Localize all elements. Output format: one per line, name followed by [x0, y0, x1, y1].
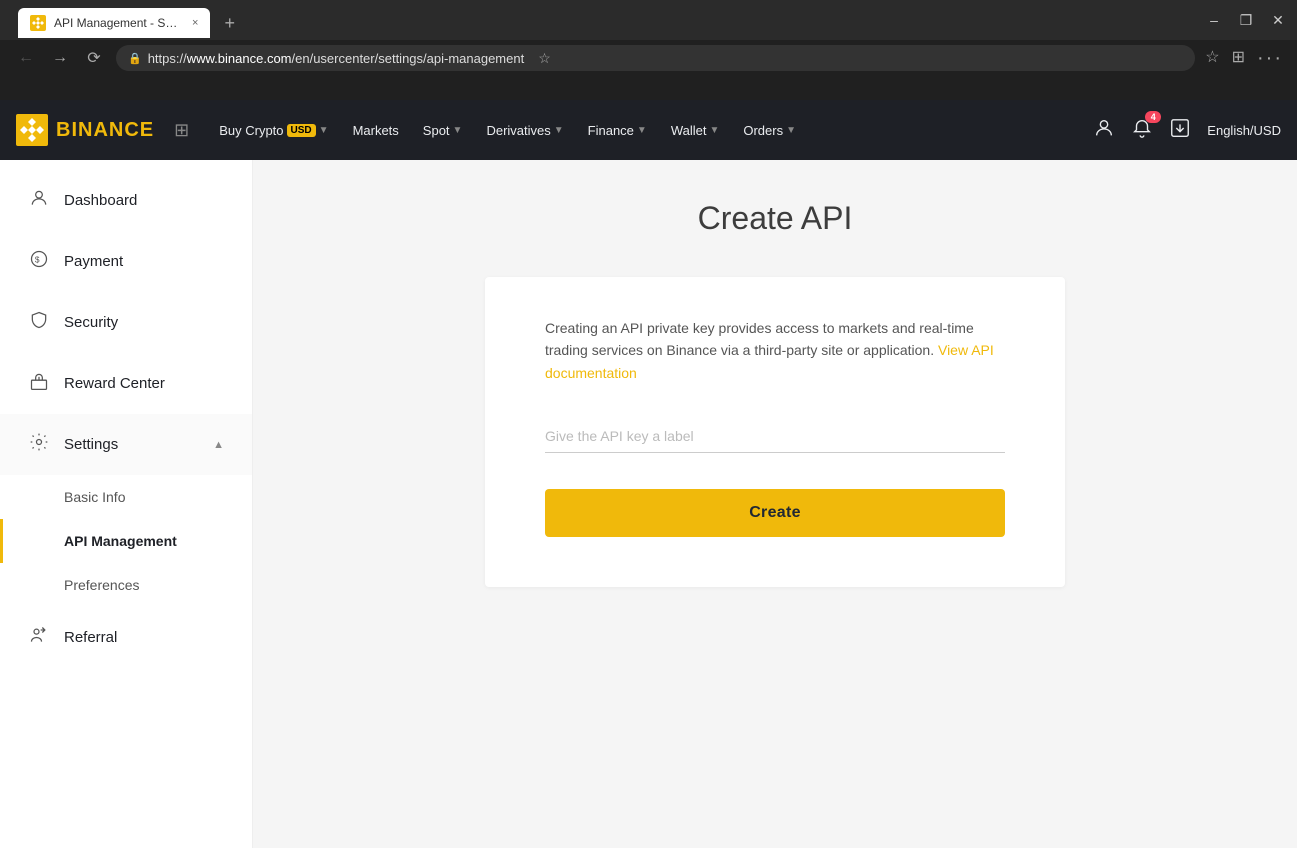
wallet-chevron-icon: ▼: [709, 125, 719, 136]
language-selector[interactable]: English/USD: [1207, 123, 1281, 138]
sidebar-item-security[interactable]: Security: [0, 292, 252, 353]
tab-label: API Management - Settings - Bin: [54, 16, 184, 30]
nav-derivatives-label: Derivatives: [486, 123, 550, 138]
url-path: /en/usercenter/settings/api-management: [292, 51, 525, 66]
derivatives-chevron-icon: ▼: [554, 125, 564, 136]
binance-logo[interactable]: BINANCE: [16, 114, 154, 146]
sidebar-security-label: Security: [64, 314, 118, 331]
url-domain: www.binance.com: [187, 51, 292, 66]
title-bar: API Management - Settings - Bin × + – ❐ …: [0, 0, 1297, 40]
nav-wallet[interactable]: Wallet ▼: [661, 100, 730, 160]
forward-button[interactable]: →: [48, 49, 72, 67]
main-layout: Dashboard $ Payment Security: [0, 160, 1297, 848]
url-bar[interactable]: 🔒 https://www.binance.com/en/usercenter/…: [116, 45, 1195, 71]
nav-orders-label: Orders: [743, 123, 783, 138]
notification-icon[interactable]: 4: [1131, 117, 1153, 144]
browser-actions: ☆ ⊞ ···: [1205, 47, 1283, 70]
binance-navbar: BINANCE ⊞ Buy Crypto USD ▼ Markets Spot …: [0, 100, 1297, 160]
security-icon: [28, 310, 50, 335]
nav-markets-label: Markets: [353, 123, 399, 138]
browser-chrome: API Management - Settings - Bin × + – ❐ …: [0, 0, 1297, 100]
nav-wallet-label: Wallet: [671, 123, 707, 138]
back-button[interactable]: ←: [14, 49, 38, 67]
refresh-button[interactable]: ⟳: [82, 48, 106, 68]
sidebar-item-settings[interactable]: Settings ▲: [0, 414, 252, 475]
referral-icon: [28, 625, 50, 650]
reward-icon: [28, 371, 50, 396]
page-title: Create API: [698, 200, 853, 237]
nav-usd-badge: USD: [287, 124, 316, 137]
payment-icon: $: [28, 249, 50, 274]
new-tab-button[interactable]: +: [216, 8, 243, 38]
binance-logo-icon: [16, 114, 48, 146]
url-text: https://www.binance.com/en/usercenter/se…: [148, 51, 525, 66]
sidebar-sub-api-management[interactable]: API Management: [0, 519, 252, 563]
tab-favicon: [30, 15, 46, 31]
nav-right-actions: 4 English/USD: [1093, 117, 1281, 144]
dashboard-icon: [28, 188, 50, 213]
sidebar-item-referral[interactable]: Referral: [0, 607, 252, 668]
bookmark-star-icon[interactable]: ☆: [538, 50, 551, 67]
sidebar-settings-label: Settings: [64, 436, 118, 453]
api-label-input[interactable]: [545, 420, 1005, 453]
sidebar: Dashboard $ Payment Security: [0, 160, 253, 848]
minimize-button[interactable]: –: [1205, 12, 1223, 29]
nav-finance-label: Finance: [588, 123, 634, 138]
window-controls: – ❐ ✕: [1205, 12, 1287, 29]
settings-icon: [28, 432, 50, 457]
notification-badge: 4: [1145, 111, 1161, 123]
finance-chevron-icon: ▼: [637, 125, 647, 136]
sidebar-payment-label: Payment: [64, 253, 123, 270]
collections-icon[interactable]: ☆: [1205, 47, 1219, 70]
nav-buy-crypto[interactable]: Buy Crypto USD ▼: [209, 100, 338, 160]
create-button[interactable]: Create: [545, 489, 1005, 537]
nav-derivatives[interactable]: Derivatives ▼: [476, 100, 573, 160]
download-icon[interactable]: [1169, 117, 1191, 144]
binance-logo-text: BINANCE: [56, 119, 154, 142]
grid-menu-icon[interactable]: ⊞: [174, 120, 189, 141]
sidebar-sub-basic-info[interactable]: Basic Info: [0, 475, 252, 519]
nav-orders[interactable]: Orders ▼: [733, 100, 806, 160]
close-button[interactable]: ✕: [1269, 12, 1287, 29]
address-bar: ← → ⟳ 🔒 https://www.binance.com/en/userc…: [0, 40, 1297, 76]
api-card: Creating an API private key provides acc…: [485, 277, 1065, 587]
sidebar-item-dashboard[interactable]: Dashboard: [0, 170, 252, 231]
active-tab[interactable]: API Management - Settings - Bin ×: [18, 8, 210, 38]
nav-buy-crypto-label: Buy Crypto: [219, 123, 283, 138]
lock-icon: 🔒: [128, 52, 142, 65]
nav-spot-label: Spot: [423, 123, 450, 138]
nav-finance[interactable]: Finance ▼: [578, 100, 657, 160]
svg-text:$: $: [35, 254, 40, 264]
sidebar-sub-preferences[interactable]: Preferences: [0, 563, 252, 607]
sidebar-item-reward[interactable]: Reward Center: [0, 353, 252, 414]
sidebar-referral-label: Referral: [64, 629, 117, 646]
sidebar-reward-label: Reward Center: [64, 375, 165, 392]
main-content: Create API Creating an API private key p…: [253, 160, 1297, 848]
profile-icon[interactable]: [1093, 117, 1115, 144]
orders-chevron-icon: ▼: [786, 125, 796, 136]
sidebar-item-payment[interactable]: $ Payment: [0, 231, 252, 292]
buy-crypto-chevron-icon: ▼: [319, 125, 329, 136]
nav-markets[interactable]: Markets: [343, 100, 409, 160]
settings-menu-icon[interactable]: ···: [1257, 47, 1283, 70]
maximize-button[interactable]: ❐: [1237, 12, 1255, 29]
api-description: Creating an API private key provides acc…: [545, 317, 1005, 384]
url-protocol: https://: [148, 51, 187, 66]
sidebar-sub-settings: Basic Info API Management Preferences: [0, 475, 252, 607]
nav-items: Buy Crypto USD ▼ Markets Spot ▼ Derivati…: [209, 100, 1073, 160]
settings-arrow-icon: ▲: [213, 439, 224, 451]
sidebar-dashboard-label: Dashboard: [64, 192, 137, 209]
tab-close-button[interactable]: ×: [192, 17, 198, 29]
api-description-text: Creating an API private key provides acc…: [545, 320, 974, 358]
spot-chevron-icon: ▼: [453, 125, 463, 136]
extensions-icon[interactable]: ⊞: [1232, 47, 1245, 70]
tab-bar: API Management - Settings - Bin × +: [10, 2, 1197, 38]
nav-spot[interactable]: Spot ▼: [413, 100, 473, 160]
